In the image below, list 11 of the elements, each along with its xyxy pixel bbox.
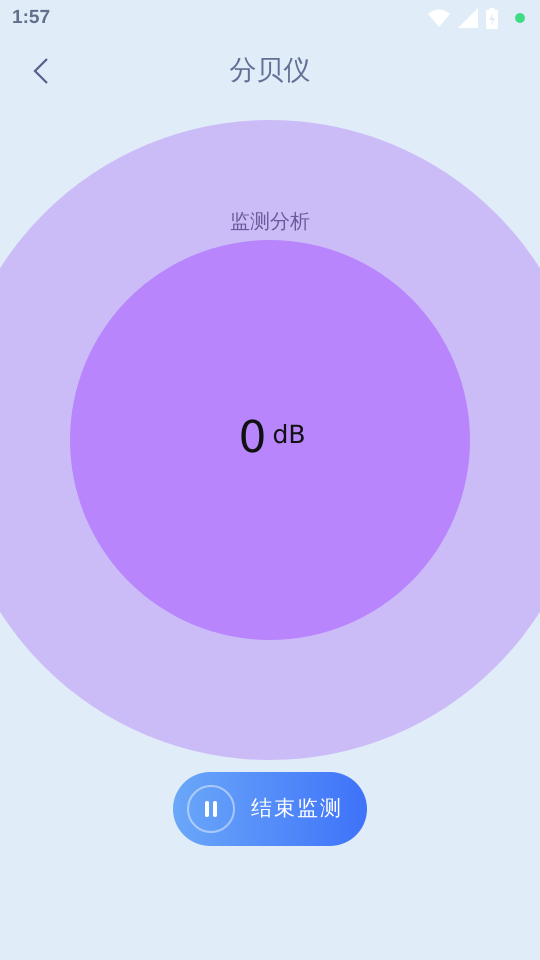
decibel-value: 0 [238, 416, 266, 460]
stop-monitoring-button[interactable]: 结束监测 [173, 772, 367, 846]
pause-icon [204, 800, 218, 818]
status-time: 1:57 [12, 6, 50, 30]
notification-dot-icon [514, 12, 526, 24]
battery-icon [486, 8, 498, 28]
page-title: 分贝仪 [230, 54, 310, 88]
decibel-unit: dB [272, 419, 306, 452]
wifi-icon [428, 8, 450, 28]
signal-icon [458, 8, 478, 28]
meter-label: 监测分析 [230, 208, 310, 235]
